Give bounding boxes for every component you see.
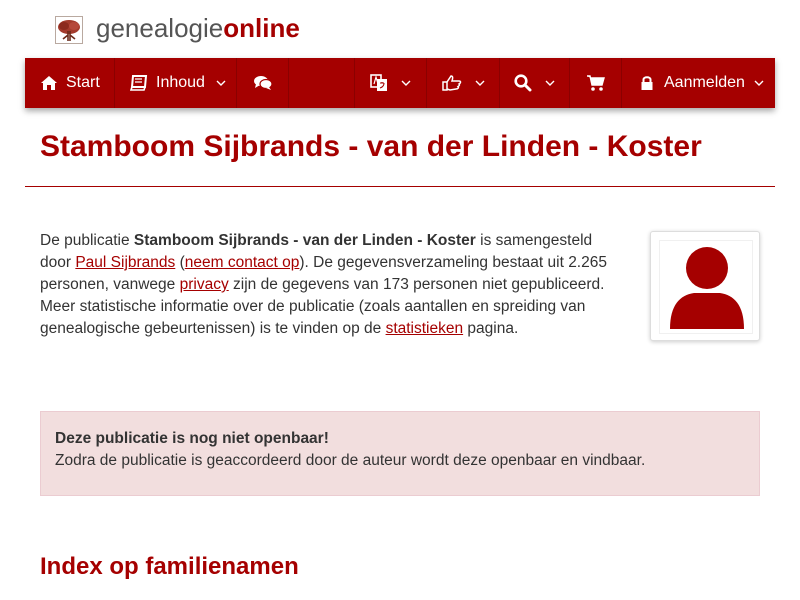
intro-text: ( [175,254,185,271]
intro-text: pagina. [463,320,519,337]
tree-logo-icon[interactable] [55,16,83,44]
statistics-link[interactable]: statistieken [386,320,464,337]
search-icon [514,74,532,92]
book-icon [130,75,148,91]
nav-share[interactable] [427,58,500,108]
publication-name: Stamboom Sijbrands - van der Linden - Ko… [133,232,476,249]
intro-text: De publicatie [40,232,134,249]
comments-icon [253,75,273,91]
site-header: genealogieonline [0,0,800,58]
cart-icon [586,74,606,92]
nav-cart[interactable] [570,58,622,108]
user-avatar-icon [659,240,753,334]
nav-start-label: Start [66,74,100,91]
not-public-alert: Deze publicatie is nog niet openbaar! Zo… [40,411,760,496]
lock-icon [640,75,654,91]
page-title: Stamboom Sijbrands - van der Linden - Ko… [40,130,702,163]
privacy-link[interactable]: privacy [180,276,229,293]
alert-heading: Deze publicatie is nog niet openbaar! [55,430,329,447]
nav-login-label: Aanmelden [664,74,745,91]
chevron-down-icon [753,79,765,87]
main-navbar: Start Inhoud Aanmelden [25,58,775,108]
logo-text-part2: online [223,13,300,43]
home-icon [40,75,58,91]
chevron-down-icon [544,79,556,87]
publication-intro: De publicatie Stamboom Sijbrands - van d… [40,230,620,340]
logo-text-part1: genealogie [96,13,224,43]
chevron-down-icon [400,79,412,87]
title-divider [25,186,775,187]
nav-language[interactable] [354,58,427,108]
alert-body: Zodra de publicatie is geaccordeerd door… [55,452,646,469]
nav-start[interactable]: Start [25,58,115,108]
nav-inhoud[interactable]: Inhoud [115,58,237,108]
chevron-down-icon [474,79,486,87]
site-logo[interactable]: genealogieonline [96,13,300,43]
chevron-down-icon [215,79,227,87]
surname-index-heading: Index op familienamen [40,553,299,580]
thumbs-up-icon [442,74,462,92]
author-avatar[interactable] [650,231,760,341]
nav-inhoud-label: Inhoud [156,74,205,91]
language-icon [370,74,388,92]
nav-login[interactable]: Aanmelden [622,58,775,108]
contact-link[interactable]: neem contact op [185,254,300,271]
nav-search[interactable] [500,58,570,108]
author-link[interactable]: Paul Sijbrands [75,254,175,271]
nav-forum[interactable] [237,58,289,108]
